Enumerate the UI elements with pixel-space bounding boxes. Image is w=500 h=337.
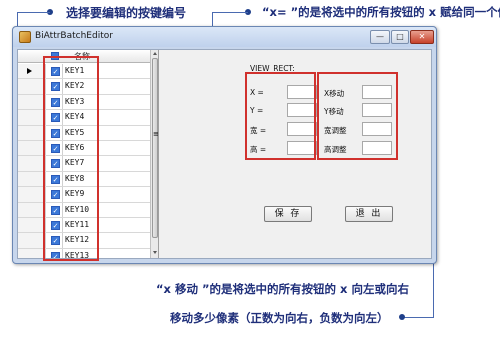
annotation-line-top-right	[212, 12, 248, 13]
current-row-pointer-icon	[27, 68, 32, 74]
row-header[interactable]	[18, 140, 46, 156]
annotation-line-bottom	[402, 317, 433, 318]
row-header[interactable]	[18, 202, 46, 217]
scroll-up-icon[interactable]	[153, 52, 157, 55]
save-button[interactable]: 保 存	[264, 206, 312, 222]
row-header[interactable]	[18, 94, 46, 110]
scroll-down-icon[interactable]	[153, 251, 157, 254]
annotation-select-keys: 选择要编辑的按键编号	[66, 6, 187, 20]
annotation-x-move-line2: 移动多少像素（正数为向右，负数为向左）	[170, 311, 389, 325]
row-header[interactable]	[18, 248, 46, 258]
scrollbar-thumb[interactable]: ≡	[152, 58, 158, 238]
window-title: BiAttrBatchEditor	[35, 31, 113, 41]
exit-button[interactable]: 退 出	[345, 206, 393, 222]
app-icon	[19, 31, 31, 43]
annotation-x-move-line1: “x 移动 ”的是将选中的所有按钮的 x 向左或向右	[156, 282, 409, 296]
highlight-key-list	[43, 56, 99, 261]
annotation-x-equals: “x= ”的是将选中的所有按钮的 x 赋给同一个值	[262, 5, 500, 19]
row-header[interactable]	[18, 217, 46, 233]
row-header[interactable]	[18, 171, 46, 187]
row-header[interactable]	[18, 156, 46, 171]
highlight-set-fields	[245, 72, 316, 160]
row-header[interactable]	[18, 79, 46, 94]
minimize-button[interactable]: —	[370, 30, 390, 44]
highlight-move-fields	[317, 72, 398, 160]
title-bar[interactable]: BiAttrBatchEditor — □ ✕	[13, 27, 436, 47]
maximize-button[interactable]: □	[391, 30, 409, 44]
close-button[interactable]: ✕	[410, 30, 434, 44]
row-header[interactable]	[18, 110, 46, 125]
row-header[interactable]	[18, 125, 46, 140]
scroll-grip-icon: ≡	[153, 130, 159, 138]
row-header[interactable]	[18, 233, 46, 248]
row-header[interactable]	[18, 64, 46, 79]
vertical-scrollbar[interactable]: ≡	[150, 50, 158, 258]
row-header[interactable]	[18, 187, 46, 202]
annotation-dot-bottom	[399, 314, 405, 320]
annotation-line-top-left	[17, 12, 50, 13]
